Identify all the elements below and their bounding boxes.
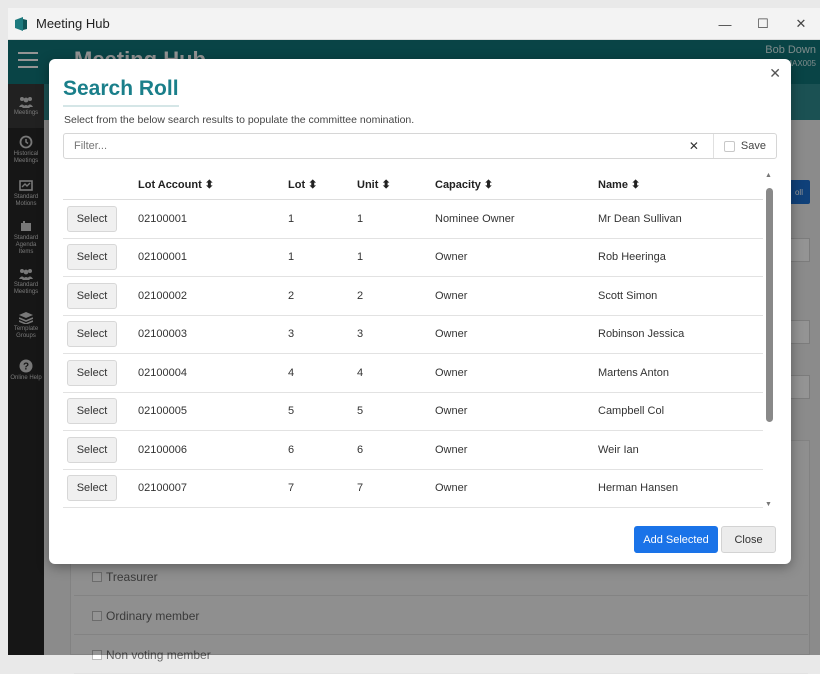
cell-name: Herman Hansen (598, 482, 679, 495)
select-button[interactable]: Select (67, 321, 117, 348)
cell-name: Scott Simon (598, 289, 658, 302)
cell-select: Select (63, 205, 138, 232)
cell-lot-account: 02100007 (138, 482, 187, 495)
cell-lot-account: 02100001 (138, 212, 187, 225)
cell-unit: 6 (357, 443, 364, 456)
scroll-thumb[interactable] (766, 188, 773, 422)
cell-select: Select (63, 436, 138, 463)
scroll-up-icon[interactable]: ▲ (765, 172, 772, 179)
cell-lot: 6 (288, 443, 295, 456)
table-row: Select 02100006 6 6 Owner Weir Ian (63, 431, 763, 470)
window-close-button[interactable]: ✕ (782, 8, 820, 40)
cell-unit: 7 (357, 482, 364, 495)
cell-capacity: Owner (435, 482, 468, 495)
cell-lot: 5 (288, 405, 295, 418)
cell-name: Weir Ian (598, 443, 639, 456)
column-header-capacity[interactable]: Capacity ⬍ (435, 178, 598, 191)
cell-select: Select (63, 321, 138, 348)
table-row: Select 02100002 2 2 Owner Scott Simon (63, 277, 763, 316)
column-header-unit[interactable]: Unit ⬍ (357, 178, 435, 191)
cell-capacity: Owner (435, 289, 468, 302)
clear-filter-icon[interactable]: ✕ (689, 139, 699, 153)
app-logo-icon (15, 16, 27, 31)
dialog-title: Search Roll (63, 77, 179, 107)
cell-name: Martens Anton (598, 366, 669, 379)
cell-lot: 2 (288, 289, 295, 302)
window-titlebar: Meeting Hub — ☐ ✕ (8, 8, 820, 40)
cell-lot: 1 (288, 251, 295, 264)
table-row: Select 02100001 1 1 Nominee Owner Mr Dean Sul… (63, 200, 763, 239)
select-button[interactable]: Select (67, 359, 117, 386)
table-row: Select 02100005 5 5 Owner Campbell Col (63, 393, 763, 431)
table-scrollbar[interactable]: ▲ ▼ (763, 172, 775, 508)
cell-capacity: Owner (435, 366, 468, 379)
cell-unit: 2 (357, 289, 364, 302)
cell-name: Mr Dean Sullivan (598, 212, 682, 225)
cell-lot-account: 02100004 (138, 366, 187, 379)
select-button[interactable]: Select (67, 475, 117, 502)
column-header-name[interactable]: Name ⬍ (598, 178, 763, 191)
cell-select: Select (63, 475, 138, 502)
cell-capacity: Owner (435, 328, 468, 341)
select-button[interactable]: Select (67, 436, 117, 463)
cell-select: Select (63, 244, 138, 271)
filter-input[interactable] (74, 140, 689, 152)
cell-unit: 1 (357, 251, 364, 264)
cell-name: Rob Heeringa (598, 251, 666, 264)
table-row: Select 02100003 3 3 Owner Robinson Jessica (63, 316, 763, 354)
cell-capacity: Owner (435, 443, 468, 456)
dialog-description: Select from the below search results to … (64, 114, 415, 126)
minimize-button[interactable]: — (706, 8, 744, 40)
save-label: Save (740, 140, 766, 152)
cell-unit: 4 (357, 366, 364, 379)
cell-capacity: Owner (435, 251, 468, 264)
search-roll-dialog: ✕ Search Roll Select from the below sear… (49, 59, 791, 564)
dialog-close-icon[interactable]: ✕ (769, 65, 781, 82)
cell-lot-account: 02100001 (138, 251, 187, 264)
cell-unit: 1 (357, 212, 364, 225)
results-table: Lot Account ⬍ Lot ⬍ Unit ⬍ Capacity ⬍ Na… (63, 170, 763, 508)
select-button[interactable]: Select (67, 398, 117, 425)
table-row: Select 02100004 4 4 Owner Martens Anton (63, 354, 763, 393)
cell-lot: 1 (288, 212, 295, 225)
cell-lot-account: 02100002 (138, 289, 187, 302)
cell-lot-account: 02100005 (138, 405, 187, 418)
save-toggle[interactable]: Save (712, 134, 776, 158)
cell-lot-account: 02100006 (138, 443, 187, 456)
cell-select: Select (63, 282, 138, 309)
cell-lot: 4 (288, 366, 295, 379)
cell-unit: 3 (357, 328, 364, 341)
select-button[interactable]: Select (67, 244, 117, 271)
table-row: Select 02100007 7 7 Owner Herman Hansen (63, 470, 763, 508)
cell-unit: 5 (357, 405, 364, 418)
cell-name: Robinson Jessica (598, 328, 685, 341)
cell-capacity: Owner (435, 405, 468, 418)
column-header-lot-account[interactable]: Lot Account ⬍ (138, 178, 288, 191)
cell-lot: 7 (288, 482, 295, 495)
cell-lot: 3 (288, 328, 295, 341)
cell-select: Select (63, 398, 138, 425)
table-body: Select 02100001 1 1 Nominee Owner Mr Dean Sul… (63, 200, 763, 508)
cell-lot-account: 02100003 (138, 328, 187, 341)
column-header-lot[interactable]: Lot ⬍ (288, 178, 357, 191)
select-button[interactable]: Select (67, 205, 117, 232)
table-header: Lot Account ⬍ Lot ⬍ Unit ⬍ Capacity ⬍ Na… (63, 170, 763, 200)
scroll-down-icon[interactable]: ▼ (765, 501, 772, 508)
maximize-button[interactable]: ☐ (744, 8, 782, 40)
cell-select: Select (63, 359, 138, 386)
add-selected-button[interactable]: Add Selected (634, 526, 718, 553)
select-button[interactable]: Select (67, 282, 117, 309)
cell-capacity: Nominee Owner (435, 212, 515, 225)
table-row: Select 02100001 1 1 Owner Rob Heeringa (63, 239, 763, 277)
save-checkbox[interactable] (723, 140, 735, 152)
close-button[interactable]: Close (721, 526, 776, 553)
cell-name: Campbell Col (598, 405, 665, 418)
filter-bar: ✕ Save (63, 133, 777, 159)
window-title: Meeting Hub (36, 16, 110, 31)
